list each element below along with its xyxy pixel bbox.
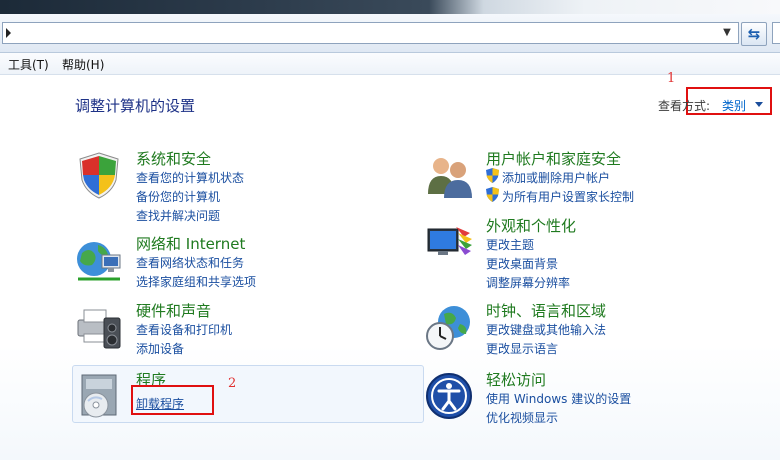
link-homegroup-sharing[interactable]: 选择家庭组和共享选项 xyxy=(136,273,256,290)
monitor-palette-icon[interactable] xyxy=(424,217,474,267)
chevron-down-icon[interactable] xyxy=(755,102,763,107)
annotation-number-1: 1 xyxy=(667,71,676,86)
link-optimize-visual-display[interactable]: 优化视频显示 xyxy=(486,409,558,426)
search-input[interactable] xyxy=(772,22,780,44)
category-user-accounts: 用户帐户和家庭安全 添加或删除用户帐户 为所有用户设置家长控制 xyxy=(424,148,764,218)
category-title-network[interactable]: 网络和 Internet xyxy=(136,233,245,254)
network-globe-icon[interactable] xyxy=(74,235,124,285)
menu-tools[interactable]: 工具(T) xyxy=(8,56,49,73)
clock-globe-icon[interactable] xyxy=(424,302,474,352)
uac-shield-icon xyxy=(486,168,499,183)
menu-help[interactable]: 帮助(H) xyxy=(62,56,104,73)
category-clock-language: 时钟、语言和区域 更改键盘或其他输入法 更改显示语言 xyxy=(424,300,764,370)
link-adjust-resolution[interactable]: 调整屏幕分辨率 xyxy=(486,274,570,291)
control-panel-content: 调整计算机的设置 1 查看方式: 类别 系统和安全 查看您的计算机状态 备份您的… xyxy=(0,71,780,460)
view-by-label: 查看方式: xyxy=(658,99,711,113)
breadcrumb-arrow-icon[interactable] xyxy=(6,28,11,38)
title-bar-strip xyxy=(0,0,780,14)
link-change-display-language[interactable]: 更改显示语言 xyxy=(486,340,558,357)
link-troubleshoot[interactable]: 查找并解决问题 xyxy=(136,207,220,224)
menu-bar: 工具(T) 帮助(H) xyxy=(0,53,780,75)
refresh-button[interactable]: ⇆ xyxy=(741,22,767,46)
category-system-security: 系统和安全 查看您的计算机状态 备份您的计算机 查找并解决问题 xyxy=(74,148,414,223)
link-change-theme[interactable]: 更改主题 xyxy=(486,236,534,253)
users-icon[interactable] xyxy=(424,150,474,200)
category-title-clock[interactable]: 时钟、语言和区域 xyxy=(486,300,606,321)
category-network-internet: 网络和 Internet 查看网络状态和任务 选择家庭组和共享选项 xyxy=(74,233,414,303)
refresh-icon: ⇆ xyxy=(747,25,761,43)
category-title-ease[interactable]: 轻松访问 xyxy=(486,369,546,390)
chevron-down-icon[interactable]: ▼ xyxy=(720,26,734,40)
link-change-keyboard[interactable]: 更改键盘或其他输入法 xyxy=(486,321,606,338)
link-change-desktop-background[interactable]: 更改桌面背景 xyxy=(486,255,558,272)
link-add-remove-user[interactable]: 添加或删除用户帐户 xyxy=(502,169,610,186)
page-title: 调整计算机的设置 xyxy=(75,97,196,115)
annotation-box-uninstall xyxy=(131,385,214,415)
category-programs: 程序 卸载程序 xyxy=(74,369,414,439)
category-appearance: 外观和个性化 更改主题 更改桌面背景 调整屏幕分辨率 xyxy=(424,215,764,290)
link-view-computer-status[interactable]: 查看您的计算机状态 xyxy=(136,169,244,186)
address-bar[interactable]: ▼ xyxy=(2,22,739,44)
category-hardware-sound: 硬件和声音 查看设备和打印机 添加设备 xyxy=(74,300,414,370)
category-title-users[interactable]: 用户帐户和家庭安全 xyxy=(486,148,621,169)
address-toolbar: ▼ ⇆ xyxy=(0,14,780,53)
link-parental-controls[interactable]: 为所有用户设置家长控制 xyxy=(502,188,634,205)
uac-shield-icon xyxy=(486,187,499,202)
category-title-appearance[interactable]: 外观和个性化 xyxy=(486,215,576,236)
ease-of-access-icon[interactable] xyxy=(424,371,474,421)
printer-speaker-icon[interactable] xyxy=(74,302,124,352)
shield-icon[interactable] xyxy=(74,150,124,200)
link-network-status[interactable]: 查看网络状态和任务 xyxy=(136,254,244,271)
link-add-device[interactable]: 添加设备 xyxy=(136,340,184,357)
programs-disc-icon[interactable] xyxy=(74,371,124,421)
annotation-number-2: 2 xyxy=(228,376,237,391)
category-title-hardware[interactable]: 硬件和声音 xyxy=(136,300,211,321)
link-windows-recommended-settings[interactable]: 使用 Windows 建议的设置 xyxy=(486,390,631,407)
category-ease-of-access: 轻松访问 使用 Windows 建议的设置 优化视频显示 xyxy=(424,369,764,439)
view-by-dropdown[interactable]: 类别 xyxy=(722,97,746,114)
category-title-system[interactable]: 系统和安全 xyxy=(136,148,211,169)
link-backup-computer[interactable]: 备份您的计算机 xyxy=(136,188,220,205)
link-devices-printers[interactable]: 查看设备和打印机 xyxy=(136,321,232,338)
